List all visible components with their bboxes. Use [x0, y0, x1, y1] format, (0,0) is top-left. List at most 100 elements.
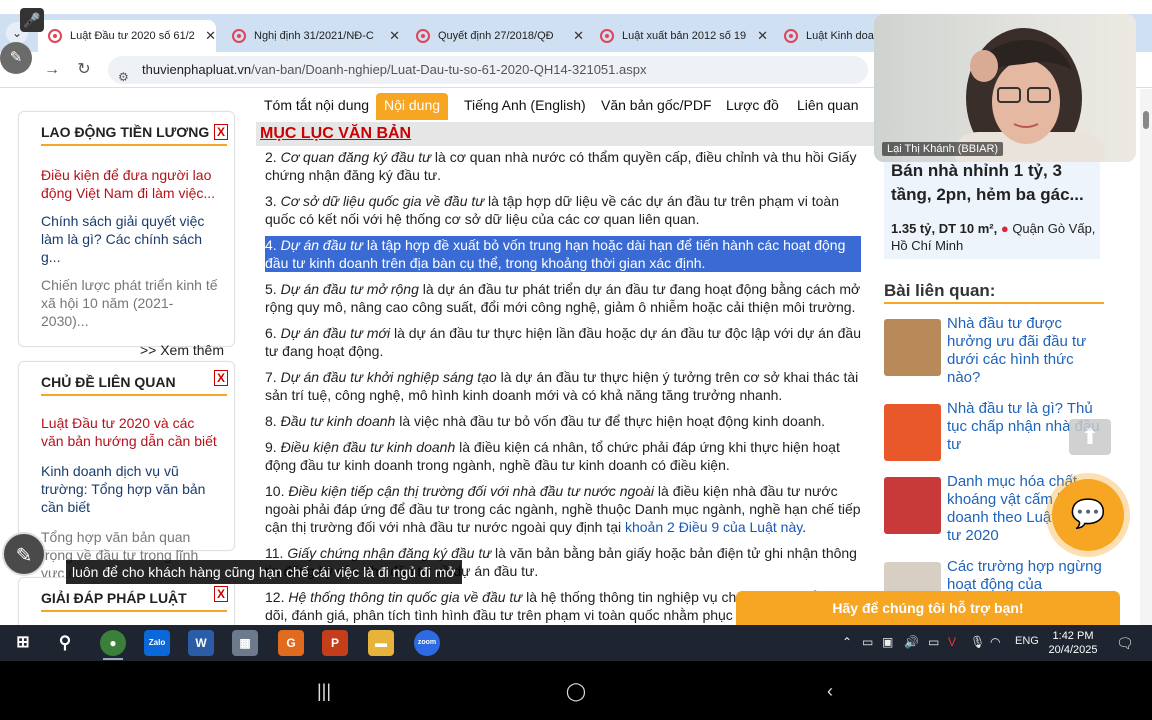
law-clause: 2. Cơ quan đăng ký đầu tư là cơ quan nhà… [265, 148, 861, 184]
table-of-contents-bar[interactable]: MỤC LỤC VĂN BẢN [256, 122, 874, 146]
close-icon[interactable]: ✕ [757, 28, 768, 44]
zalo-icon[interactable]: Zalo [144, 630, 170, 656]
notification-icon[interactable]: 🗨 [1116, 635, 1134, 652]
home-icon[interactable]: ◯ [561, 681, 591, 702]
powerpoint-icon[interactable]: P [322, 630, 348, 656]
tab-english[interactable]: Tiếng Anh (English) [456, 93, 594, 120]
browser-tab[interactable]: Nghị định 31/2021/NĐ-C ✕ [222, 20, 400, 52]
site-info-icon[interactable]: ⚙ [118, 63, 129, 91]
ad-title[interactable]: Bán nhà nhỉnh 1 tỷ, 3 tầng, 2pn, hẻm ba … [891, 159, 1096, 207]
unikey-icon[interactable]: V [948, 635, 956, 649]
tab-related[interactable]: Liên quan hiệ [789, 93, 874, 137]
webcam-overlay: Lại Thị Khánh (BBIAR) [874, 14, 1136, 162]
language-indicator[interactable]: ENG [1015, 635, 1039, 647]
law-clause: 3. Cơ sở dữ liệu quốc gia về đầu tư là t… [265, 192, 861, 228]
clause-number: 6. [265, 325, 281, 341]
title-underline [41, 144, 227, 146]
android-nav-bar: ||| ◯ ‹ [0, 661, 1152, 720]
law-clause: 4. Dự án đầu tư là tập hợp đề xuất bỏ vố… [265, 236, 861, 272]
tab-title: Luật Kinh doanh [806, 30, 874, 42]
sidebar-link[interactable]: Chiến lược phát triển kinh tế xã hội 10 … [19, 276, 234, 330]
close-icon[interactable]: ✕ [205, 28, 216, 44]
close-box-button[interactable]: X [214, 586, 228, 602]
law-reference-link[interactable]: khoản 2 Điều 9 của Luật này [625, 519, 802, 535]
wifi-icon[interactable]: ◠ [990, 635, 1000, 649]
recent-apps-icon[interactable]: ||| [309, 681, 339, 702]
taskbar-clock[interactable]: 1:42 PM 20/4/2025 [1040, 629, 1106, 657]
clause-definition: là việc nhà đầu tư bỏ vốn đầu tư để thực… [395, 413, 826, 429]
back-icon[interactable]: ✎ [0, 42, 32, 74]
mic-off-icon[interactable]: 🎤 [20, 8, 44, 32]
close-box-button[interactable]: X [214, 124, 228, 140]
reload-icon[interactable]: ↻ [72, 58, 96, 82]
sidebar-link[interactable]: Kinh doanh dịch vụ vũ trường: Tổng hợp v… [19, 462, 234, 516]
chrome-icon[interactable]: ● [100, 630, 126, 656]
sidebar-box-title-text: LAO ĐỘNG TIỀN LƯƠNG [41, 124, 210, 140]
meet-icon[interactable]: ▣ [882, 635, 893, 649]
network-drive-icon[interactable]: ▭ [862, 635, 873, 649]
article-thumbnail [884, 404, 941, 461]
url-path: /van-ban/Doanh-nghiep/Luat-Dau-tu-so-61-… [251, 62, 647, 77]
title-underline [41, 394, 227, 396]
close-box-button[interactable]: X [214, 370, 228, 386]
site-favicon-icon [232, 29, 246, 43]
browser-tab[interactable]: Luật xuất bản 2012 số 19 ✕ [590, 20, 768, 52]
windows-start-icon[interactable]: ⊞ [10, 630, 36, 656]
related-article[interactable]: Nhà đầu tư được hưởng ưu đãi đầu tư dưới… [884, 315, 1104, 387]
tab-diagram[interactable]: Lược đồ [718, 93, 787, 120]
tab-summary[interactable]: Tóm tắt nội dung [256, 93, 377, 120]
clause-term: Cơ quan đăng ký đầu tư [280, 149, 432, 165]
browser-tab[interactable]: Quyết định 27/2018/QĐ ✕ [406, 20, 584, 52]
page-scrollbar[interactable] [1140, 89, 1152, 625]
speaker-icon[interactable]: 🔊 [904, 635, 919, 649]
clause-term: Điều kiện tiếp cận thị trường đối với nh… [288, 483, 655, 499]
snip-icon[interactable]: ▦ [232, 630, 258, 656]
tab-content[interactable]: Nội dung [376, 93, 449, 120]
sidebar-link[interactable]: Luật Đầu tư 2020 và các văn bản hướng dẫ… [19, 414, 234, 450]
scrollbar-thumb[interactable] [1143, 111, 1149, 129]
battery-icon[interactable]: ▭ [928, 635, 939, 649]
back-nav-icon[interactable]: ‹ [815, 681, 845, 702]
clause-number: 7. [265, 369, 281, 385]
browser-tab[interactable]: Luật Kinh doanh [774, 20, 874, 52]
chat-icon[interactable]: 💬 [1052, 479, 1124, 551]
tab-original-pdf[interactable]: Văn bản gốc/PDF [593, 93, 720, 120]
clause-term: Đầu tư kinh doanh [280, 413, 396, 429]
ad-info: 1.35 tỷ, DT 10 m², ● Quận Gò Vấp, Hồ Chí… [891, 220, 1096, 254]
see-more-link[interactable]: >> Xem thêm [19, 342, 234, 358]
chevron-up-icon[interactable]: ⌃ [842, 635, 852, 649]
word-icon[interactable]: W [188, 630, 214, 656]
scroll-to-top-button[interactable]: ⬆ [1069, 419, 1111, 455]
article-thumbnail [884, 477, 941, 534]
related-article-title[interactable]: Nhà đầu tư được hưởng ưu đãi đầu tư dưới… [947, 315, 1103, 387]
sidebar-link[interactable]: Chính sách giải quyết việc làm là gì? Cá… [19, 212, 234, 266]
pen-annotation-icon[interactable]: ✎ [2, 532, 46, 576]
file-explorer-icon[interactable]: ▬ [368, 630, 394, 656]
toc-label[interactable]: MỤC LỤC VĂN BẢN [256, 125, 411, 142]
clause-number: 5. [265, 281, 281, 297]
law-clause: 7. Dự án đầu tư khởi nghiệp sáng tạo là … [265, 368, 861, 404]
tab-title: Nghị định 31/2021/NĐ-C [254, 30, 374, 42]
browser-tab[interactable]: Luật Đầu tư 2020 số 61/2 ✕ [38, 20, 216, 52]
support-banner[interactable]: Hãy để chúng tôi hỗ trợ bạn! [736, 591, 1120, 625]
close-icon[interactable]: ✕ [573, 28, 584, 44]
close-icon[interactable]: ✕ [389, 28, 400, 44]
clause-number: 12. [265, 589, 289, 605]
slides-icon[interactable]: G [278, 630, 304, 656]
related-underline [884, 302, 1104, 304]
clause-number: 8. [265, 413, 281, 429]
sidebar-box-title-text: GIẢI ĐÁP PHÁP LUẬT [41, 590, 187, 606]
clause-term: Điều kiện đầu tư kinh doanh [280, 439, 456, 455]
clause-term: Dự án đầu tư [280, 237, 363, 253]
forward-icon[interactable]: → [40, 58, 64, 82]
mic-icon[interactable]: 🎙 [970, 635, 985, 649]
tab-title: Luật Đầu tư 2020 số 61/2 [70, 30, 195, 42]
document-tabs: Tóm tắt nội dung Nội dung Tiếng Anh (Eng… [254, 89, 874, 137]
search-icon[interactable]: ⚲ [52, 630, 78, 656]
sidebar-link[interactable]: Điều kiện để đưa người lao động Việt Nam… [19, 166, 234, 202]
url-field[interactable]: ⚙ thuvienphapluat.vn/van-ban/Doanh-nghie… [108, 56, 868, 84]
law-clause: 8. Đầu tư kinh doanh là việc nhà đầu tư … [265, 412, 861, 430]
related-article-title[interactable]: Các trường hợp ngừng hoạt động của [947, 558, 1103, 594]
tab-title: Luật xuất bản 2012 số 19 [622, 30, 747, 42]
zoom-icon[interactable]: zoom [414, 630, 440, 656]
